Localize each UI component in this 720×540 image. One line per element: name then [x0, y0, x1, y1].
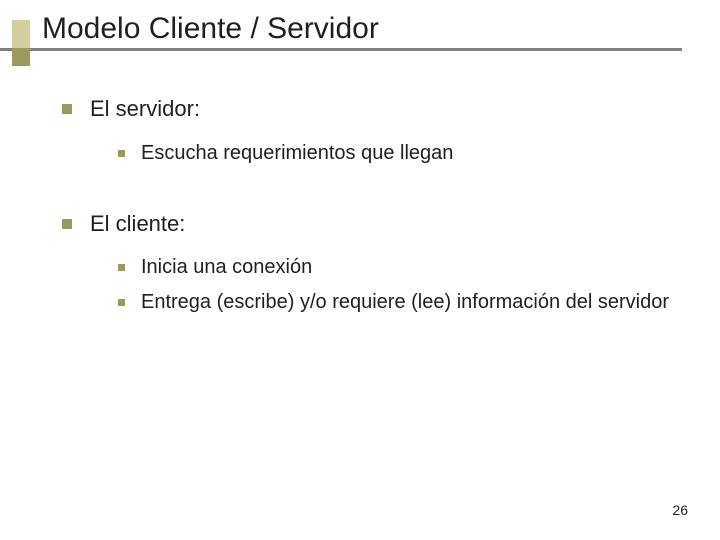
square-bullet-icon: [62, 104, 72, 114]
slide-title: Modelo Cliente / Servidor: [42, 12, 379, 46]
page-number: 26: [672, 502, 688, 518]
slide-content: El servidor: Escucha requerimientos que …: [62, 88, 680, 324]
list-item: Entrega (escribe) y/o requiere (lee) inf…: [118, 289, 680, 316]
section-heading-text: El cliente:: [90, 209, 680, 239]
section-heading: El servidor:: [62, 94, 680, 124]
list-item: Escucha requerimientos que llegan: [118, 140, 680, 167]
list-item-text: Entrega (escribe) y/o requiere (lee) inf…: [141, 289, 680, 316]
list-item-text: Escucha requerimientos que llegan: [141, 140, 680, 167]
accent-box-dark: [12, 48, 30, 66]
accent-box-light: [12, 20, 30, 48]
square-bullet-icon: [118, 299, 125, 306]
section-heading: El cliente:: [62, 209, 680, 239]
section-heading-text: El servidor:: [90, 94, 680, 124]
square-bullet-icon: [118, 150, 125, 157]
square-bullet-icon: [62, 219, 72, 229]
square-bullet-icon: [118, 264, 125, 271]
list-item-text: Inicia una conexión: [141, 254, 680, 281]
list-item: Inicia una conexión: [118, 254, 680, 281]
title-underline: [0, 48, 682, 51]
